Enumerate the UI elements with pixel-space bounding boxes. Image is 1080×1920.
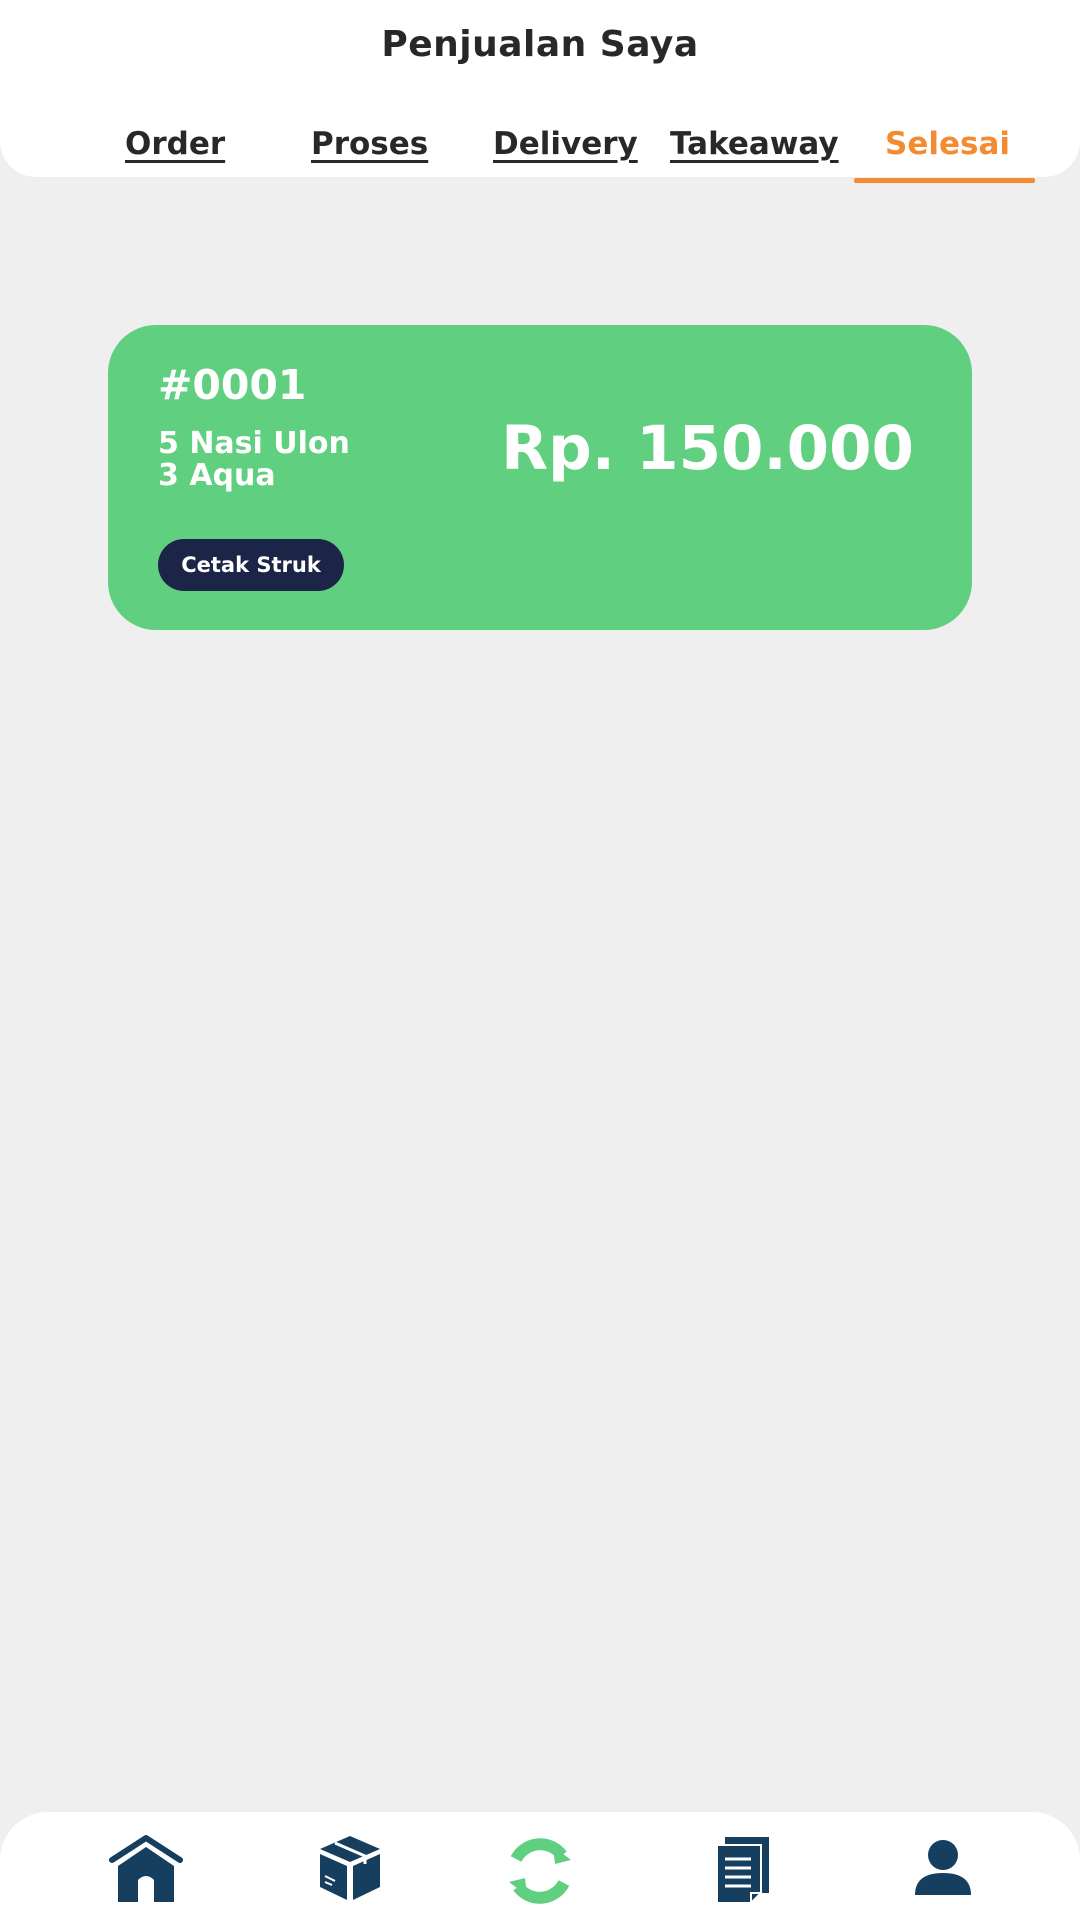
order-item: 5 Nasi Ulon [158, 426, 350, 461]
home-icon [109, 1835, 183, 1902]
nav-item-home[interactable] [91, 1812, 201, 1920]
nav-item-sales[interactable] [485, 1812, 595, 1920]
tab-selesai[interactable]: Selesai [885, 122, 1010, 166]
app-header: Penjualan Saya Order Proses Delivery Tak… [0, 0, 1080, 177]
nav-item-reports[interactable] [690, 1812, 800, 1920]
tab-proses[interactable]: Proses [311, 122, 428, 166]
bottom-nav [0, 1812, 1080, 1920]
active-tab-indicator [854, 178, 1035, 183]
tab-takeaway[interactable]: Takeaway [670, 122, 839, 166]
document-icon [716, 1837, 769, 1904]
user-icon [915, 1840, 971, 1895]
print-receipt-button[interactable]: Cetak Struk [158, 539, 344, 591]
order-total: Rp. 150.000 [501, 413, 914, 484]
nav-item-profile[interactable] [888, 1812, 998, 1920]
tab-delivery[interactable]: Delivery [493, 122, 638, 166]
nav-item-products[interactable] [295, 1812, 405, 1920]
order-id: #0001 [158, 361, 307, 409]
order-items: 5 Nasi Ulon 3 Aqua [158, 428, 350, 492]
order-item: 3 Aqua [158, 458, 276, 493]
page-title: Penjualan Saya [381, 24, 699, 65]
sync-icon [509, 1838, 571, 1904]
order-card[interactable]: #0001 5 Nasi Ulon 3 Aqua Rp. 150.000 Cet… [108, 325, 972, 630]
package-icon [320, 1836, 380, 1900]
tab-order[interactable]: Order [125, 122, 225, 166]
